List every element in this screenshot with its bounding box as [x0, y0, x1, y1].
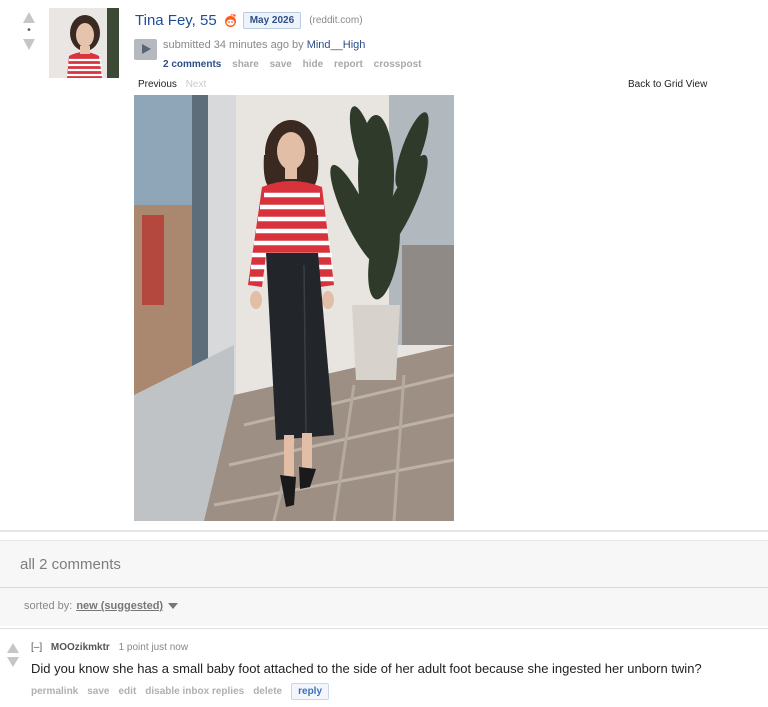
- disable-inbox-replies-button[interactable]: disable inbox replies: [145, 686, 244, 697]
- post-image[interactable]: [134, 95, 454, 521]
- play-icon: [142, 44, 151, 54]
- upvote-arrow-icon[interactable]: [7, 643, 19, 653]
- comments-link[interactable]: 2 comments: [163, 59, 221, 70]
- comment-save-button[interactable]: save: [87, 686, 109, 697]
- report-button[interactable]: report: [334, 59, 363, 70]
- thumbnail-image: [49, 8, 119, 78]
- previous-link[interactable]: Previous: [138, 79, 177, 90]
- reply-button[interactable]: reply: [291, 683, 330, 700]
- post-title-link[interactable]: Tina Fey, 55: [135, 12, 217, 29]
- hide-button[interactable]: hide: [303, 59, 324, 70]
- upvote-arrow-icon[interactable]: [23, 12, 35, 23]
- back-to-grid-view-link[interactable]: Back to Grid View: [628, 79, 707, 90]
- sort-dropdown[interactable]: new (suggested): [76, 600, 163, 612]
- comment: [–] MOOzikmktr 1 point just now Did you …: [0, 628, 768, 707]
- post-score: •: [26, 25, 32, 36]
- post-domain[interactable]: (reddit.com): [309, 15, 362, 26]
- sort-row: sorted by: new (suggested): [24, 600, 179, 612]
- expando-button[interactable]: [134, 39, 157, 60]
- post-title-row: Tina Fey, 55 May 2026 (reddit.com): [135, 12, 363, 29]
- comment-body: Did you know she has a small baby foot a…: [31, 661, 702, 676]
- panel-divider: [0, 587, 768, 588]
- post-photo: [134, 95, 454, 521]
- comments-title: all 2 comments: [20, 556, 121, 573]
- comment-action-buttons: permalink save edit disable inbox replie…: [31, 683, 338, 700]
- share-button[interactable]: share: [232, 59, 259, 70]
- comment-tagline: [–] MOOzikmktr 1 point just now: [31, 642, 188, 653]
- edit-button[interactable]: edit: [119, 686, 137, 697]
- chevron-down-icon[interactable]: [168, 603, 179, 609]
- save-button[interactable]: save: [270, 59, 292, 70]
- post-flair[interactable]: May 2026: [242, 12, 302, 29]
- section-divider: [0, 530, 768, 532]
- post-vote-column: •: [20, 12, 38, 50]
- submitted-text: submitted 34 minutes ago by: [163, 39, 304, 51]
- comment-meta: 1 point just now: [118, 642, 189, 653]
- next-link: Next: [185, 79, 207, 90]
- downvote-arrow-icon[interactable]: [23, 39, 35, 50]
- comment-vote-column: [7, 643, 19, 667]
- comment-author-link[interactable]: MOOzikmktr: [51, 642, 110, 653]
- gallery-nav: Previous Next: [138, 79, 206, 90]
- sort-label: sorted by:: [24, 600, 73, 612]
- post-author-link[interactable]: Mind__High: [307, 39, 366, 51]
- delete-button[interactable]: delete: [253, 686, 282, 697]
- permalink-button[interactable]: permalink: [31, 686, 78, 697]
- post-tagline: submitted 34 minutes ago by Mind__High: [163, 39, 365, 51]
- post-thumbnail[interactable]: [49, 8, 119, 78]
- comments-panel: all 2 comments sorted by: new (suggested…: [0, 540, 768, 626]
- reddit-alien-icon: [223, 13, 238, 28]
- crosspost-button[interactable]: crosspost: [374, 59, 422, 70]
- collapse-toggle[interactable]: [–]: [31, 642, 42, 653]
- post-action-buttons: 2 comments share save hide report crossp…: [163, 59, 429, 70]
- downvote-arrow-icon[interactable]: [7, 657, 19, 667]
